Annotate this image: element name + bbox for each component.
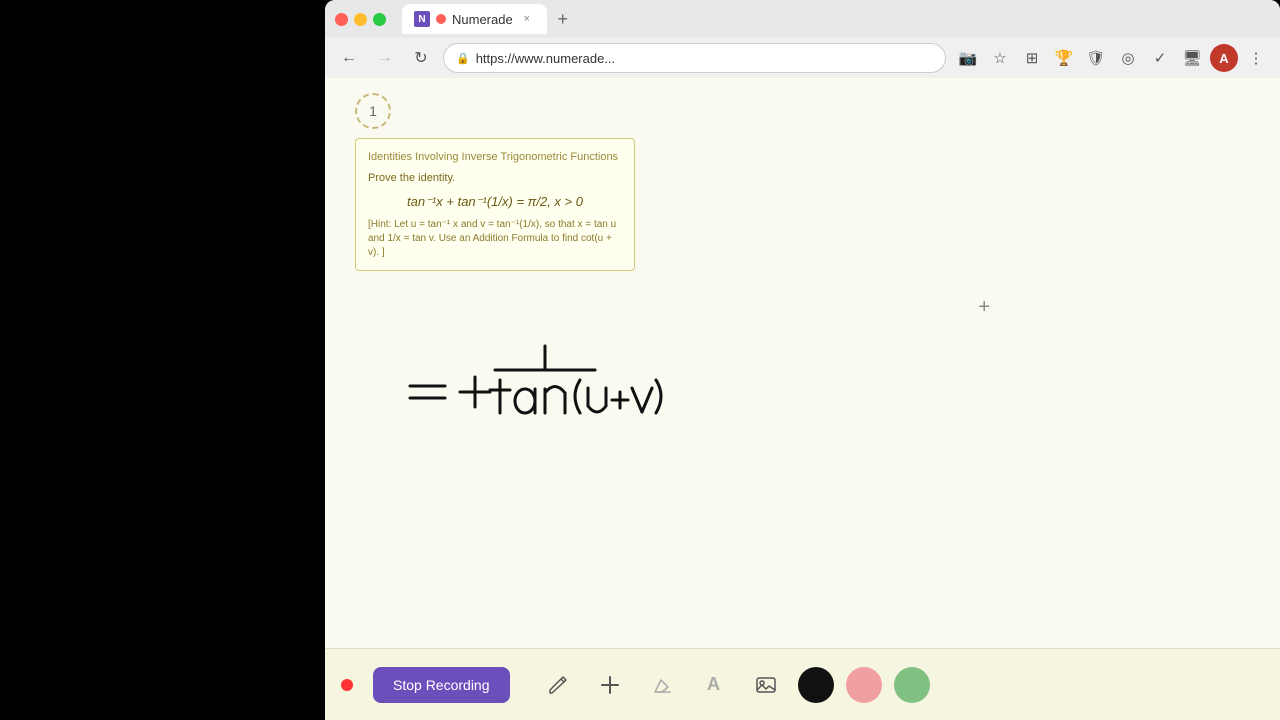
pencil-icon bbox=[547, 674, 569, 696]
extensions-icon[interactable]: ⊞ bbox=[1018, 44, 1046, 72]
eraser-icon bbox=[651, 674, 673, 696]
more-options-icon[interactable]: ⋮ bbox=[1242, 44, 1270, 72]
recording-dot-container bbox=[341, 679, 357, 691]
color-pink-button[interactable] bbox=[846, 667, 882, 703]
content-area: 1 Identities Involving Inverse Trigonome… bbox=[325, 78, 1280, 648]
add-icon bbox=[599, 674, 621, 696]
step-indicator: 1 bbox=[355, 93, 391, 129]
plus-cursor-icon: + bbox=[978, 296, 990, 319]
image-icon bbox=[755, 674, 777, 696]
text-tool-button[interactable]: A bbox=[694, 665, 734, 705]
title-bar: N Numerade × + bbox=[325, 0, 1280, 38]
avatar[interactable]: A bbox=[1210, 44, 1238, 72]
monitor-icon[interactable]: 🖥 bbox=[1178, 44, 1206, 72]
minimize-button[interactable] bbox=[354, 13, 367, 26]
tab-title: Numerade bbox=[452, 12, 513, 27]
tab-favicon-letter: N bbox=[418, 14, 425, 25]
new-tab-button[interactable]: + bbox=[551, 7, 575, 31]
address-bar[interactable]: 🔒 https://www.numerade... bbox=[443, 43, 946, 73]
problem-box: Identities Involving Inverse Trigonometr… bbox=[355, 138, 635, 271]
handwritten-math bbox=[380, 338, 730, 458]
active-tab[interactable]: N Numerade × bbox=[402, 4, 547, 34]
browser-window: N Numerade × + ← → ↻ 🔒 https://www.numer… bbox=[325, 0, 1280, 720]
address-text: https://www.numerade... bbox=[476, 51, 933, 66]
color-black-button[interactable] bbox=[798, 667, 834, 703]
forward-button[interactable]: → bbox=[371, 44, 399, 72]
recording-indicator bbox=[436, 14, 446, 24]
window-controls bbox=[335, 13, 386, 26]
bottom-toolbar: Stop Recording A bbox=[325, 648, 1280, 720]
step-number: 1 bbox=[369, 103, 377, 119]
lock-icon: 🔒 bbox=[456, 52, 470, 65]
close-button[interactable] bbox=[335, 13, 348, 26]
math-handwriting-svg bbox=[380, 338, 740, 458]
nav-bar: ← → ↻ 🔒 https://www.numerade... 📷 ☆ ⊞ 🏆 … bbox=[325, 38, 1280, 78]
maximize-button[interactable] bbox=[373, 13, 386, 26]
shield-icon[interactable]: 🛡 bbox=[1082, 44, 1110, 72]
color-green-button[interactable] bbox=[894, 667, 930, 703]
tab-bar: N Numerade × + bbox=[402, 4, 1270, 34]
stop-recording-button[interactable]: Stop Recording bbox=[373, 667, 510, 703]
problem-subtitle: Prove the identity. bbox=[368, 170, 622, 187]
browser-toolbar-icons: 📷 ☆ ⊞ 🏆 🛡 ◎ ✓ 🖥 A ⋮ bbox=[954, 44, 1270, 72]
eraser-tool-button[interactable] bbox=[642, 665, 682, 705]
tab-close-button[interactable]: × bbox=[519, 11, 535, 27]
back-button[interactable]: ← bbox=[335, 44, 363, 72]
image-tool-button[interactable] bbox=[746, 665, 786, 705]
add-tool-button[interactable] bbox=[590, 665, 630, 705]
camera-icon[interactable]: 📷 bbox=[954, 44, 982, 72]
math-formula: tan⁻¹x + tan⁻¹(1/x) = π/2, x > 0 bbox=[368, 192, 622, 212]
problem-title: Identities Involving Inverse Trigonometr… bbox=[368, 149, 622, 166]
recording-dot bbox=[341, 679, 353, 691]
text-icon: A bbox=[707, 674, 720, 695]
bookmark-icon[interactable]: ☆ bbox=[986, 44, 1014, 72]
check-icon[interactable]: ✓ bbox=[1146, 44, 1174, 72]
refresh-button[interactable]: ↻ bbox=[407, 44, 435, 72]
tab-favicon: N bbox=[414, 11, 430, 27]
pencil-tool-button[interactable] bbox=[538, 665, 578, 705]
page-content: 1 Identities Involving Inverse Trigonome… bbox=[325, 78, 1280, 720]
trophy-icon[interactable]: 🏆 bbox=[1050, 44, 1078, 72]
hint-text: [Hint: Let u = tan⁻¹ x and v = tan⁻¹(1/x… bbox=[368, 218, 622, 260]
browser-icon1[interactable]: ◎ bbox=[1114, 44, 1142, 72]
